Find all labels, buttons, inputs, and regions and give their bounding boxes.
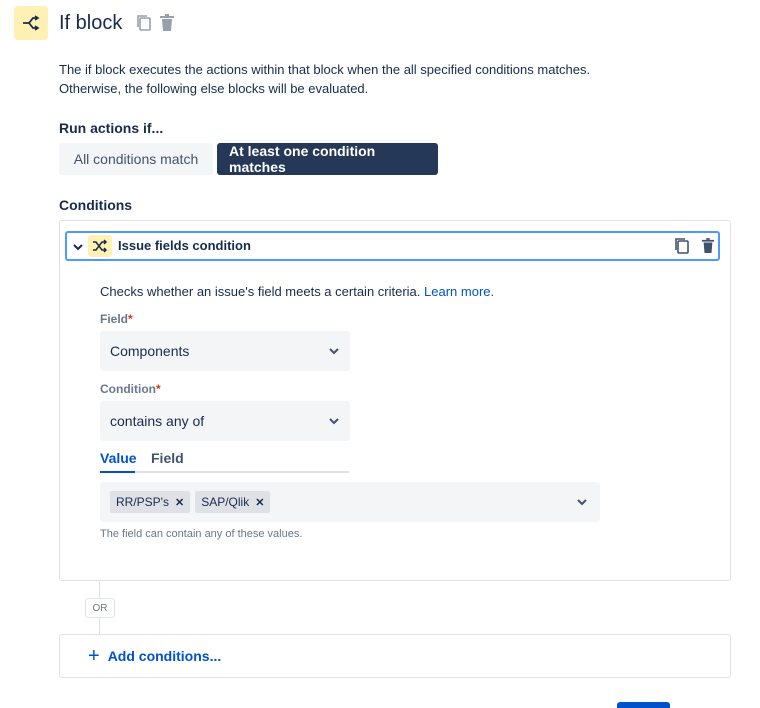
required-marker: *: [128, 312, 133, 326]
condition-description-text: Checks whether an issue's field meets a …: [100, 284, 421, 299]
description-line-1: The if block executes the actions within…: [59, 62, 591, 77]
tab-field[interactable]: Field: [151, 450, 184, 466]
add-conditions-button[interactable]: + Add conditions...: [59, 634, 731, 678]
required-marker: *: [155, 382, 161, 396]
conditions-title: Conditions: [59, 197, 133, 213]
field-select[interactable]: Components: [100, 331, 350, 371]
field-select-value: Components: [110, 343, 190, 359]
run-actions-label: Run actions if...: [59, 120, 164, 136]
active-tab-indicator: [100, 471, 135, 473]
condition-select[interactable]: contains any of: [100, 401, 350, 441]
add-conditions-label: Add conditions...: [107, 648, 222, 664]
condition-delete-button[interactable]: [698, 236, 718, 256]
trash-icon: [701, 238, 715, 253]
collapse-toggle[interactable]: [72, 240, 84, 252]
tab-value[interactable]: Value: [100, 450, 137, 466]
at-least-one-condition-button[interactable]: At least one condition matches: [217, 143, 438, 175]
condition-name: Issue fields condition: [118, 238, 251, 253]
block-description: The if block executes the actions within…: [59, 60, 719, 98]
copy-icon: [137, 15, 151, 31]
values-multiselect[interactable]: RR/PSP's ✕ SAP/Qlik ✕: [100, 482, 600, 522]
tabs-underline: [100, 471, 349, 473]
copy-button[interactable]: [134, 13, 154, 33]
condition-label: Condition: [100, 382, 156, 396]
branch-icon: [23, 15, 40, 31]
value-tag-label: SAP/Qlik: [201, 495, 250, 509]
chevron-down-icon: [73, 244, 83, 251]
copy-icon: [675, 238, 689, 254]
remove-tag-icon[interactable]: ✕: [175, 496, 184, 509]
condition-icon-box: [88, 235, 112, 257]
chevron-down-icon: [577, 499, 587, 506]
plus-icon: +: [88, 645, 100, 667]
or-badge: OR: [85, 598, 115, 618]
field-label-wrap: Field*: [100, 312, 133, 326]
all-conditions-match-button[interactable]: All conditions match: [59, 143, 213, 175]
chevron-down-icon: [329, 418, 339, 425]
primary-button-partial[interactable]: [617, 702, 670, 708]
condition-copy-button[interactable]: [672, 236, 692, 256]
chevron-down-icon: [329, 348, 339, 355]
field-label: Field: [100, 312, 129, 326]
delete-button[interactable]: [157, 13, 177, 33]
shuffle-icon: [93, 239, 108, 253]
multiselect-toggle[interactable]: [576, 495, 590, 509]
values-help-text: The field can contain any of these value…: [100, 528, 303, 540]
condition-description: Checks whether an issue's field meets a …: [100, 284, 494, 299]
description-line-2: Otherwise, the following else blocks wil…: [59, 81, 369, 96]
trash-icon: [160, 14, 174, 31]
condition-label-wrap: Condition*: [100, 382, 161, 396]
condition-select-value: contains any of: [110, 413, 205, 429]
value-tag: RR/PSP's ✕: [110, 491, 191, 513]
remove-tag-icon[interactable]: ✕: [255, 496, 264, 509]
value-tag: SAP/Qlik ✕: [195, 491, 271, 513]
value-tag-label: RR/PSP's: [116, 495, 169, 509]
learn-more-link[interactable]: Learn more.: [424, 284, 494, 299]
if-block-icon-box: [14, 6, 48, 40]
page-title: If block: [59, 12, 123, 34]
